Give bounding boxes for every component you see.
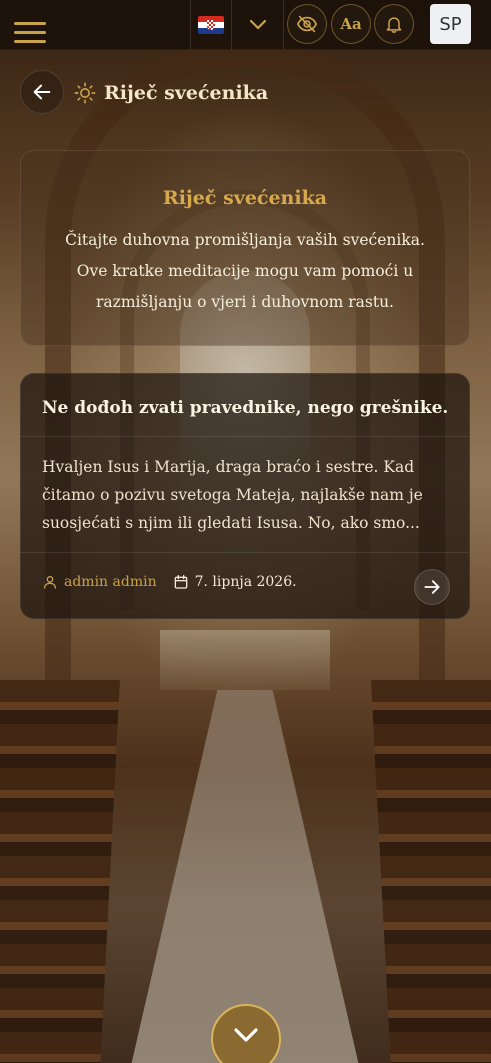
calendar-icon <box>174 575 187 589</box>
avatar-initials: SP <box>439 13 462 35</box>
post-excerpt: Hvaljen Isus i Marija, draga braćo i ses… <box>42 453 442 537</box>
sun-icon <box>74 82 96 104</box>
post-author: admin admin <box>42 574 157 590</box>
arrow-right-icon <box>424 580 440 594</box>
font-size-label: Aa <box>340 15 362 33</box>
intro-line: razmišljanju o vjeri i duhovnom rastu. <box>96 293 394 311</box>
back-button[interactable] <box>20 70 64 114</box>
visibility-toggle-button[interactable] <box>287 4 327 44</box>
top-bar: Aa SP <box>0 0 491 50</box>
croatia-flag-icon <box>198 16 224 34</box>
intro-description: Čitajte duhovna promišljanja vaših sveće… <box>40 225 450 318</box>
user-icon <box>44 576 56 589</box>
read-more-button[interactable] <box>414 569 450 605</box>
post-card[interactable]: Ne dođoh zvati pravednike, nego grešnike… <box>20 373 470 619</box>
post-divider <box>21 436 469 437</box>
intro-heading: Riječ svećenika <box>162 187 328 209</box>
intro-card: Riječ svećenika Čitajte duhovna promišlj… <box>20 150 470 346</box>
language-flag-button[interactable] <box>190 0 232 50</box>
arrow-left-icon <box>33 84 51 100</box>
page-title-text: Riječ svećenika <box>104 82 269 104</box>
user-avatar-button[interactable]: SP <box>430 4 471 44</box>
eye-off-icon <box>296 15 318 33</box>
font-size-button[interactable]: Aa <box>331 4 371 44</box>
language-dropdown-button[interactable] <box>232 0 284 50</box>
post-author-name: admin admin <box>64 574 157 590</box>
chevron-down-icon <box>249 19 266 30</box>
intro-line: Čitajte duhovna promišljanja vaših sveće… <box>65 231 425 249</box>
excerpt-line: čitamo o pozivu svetoga Mateja, najlakše… <box>42 486 423 504</box>
hamburger-menu-icon[interactable] <box>14 22 46 46</box>
post-divider <box>21 552 469 553</box>
post-date-text: 7. lipnja 2026. <box>194 574 297 590</box>
post-title[interactable]: Ne dođoh zvati pravednike, nego grešnike… <box>42 398 448 418</box>
excerpt-line: suosjećati s njim ili gledati Isusa. No,… <box>42 514 420 532</box>
intro-line: Ove kratke meditacije mogu vam pomoći u <box>76 262 414 280</box>
post-date: 7. lipnja 2026. <box>173 574 297 590</box>
post-meta: admin admin 7. lipnja 2026. <box>42 574 297 590</box>
bell-icon <box>386 17 402 33</box>
excerpt-line: Hvaljen Isus i Marija, draga braćo i ses… <box>42 458 415 476</box>
chevron-down-icon <box>234 1028 258 1042</box>
notifications-button[interactable] <box>374 4 414 44</box>
page-title: Riječ svećenika <box>74 78 268 108</box>
